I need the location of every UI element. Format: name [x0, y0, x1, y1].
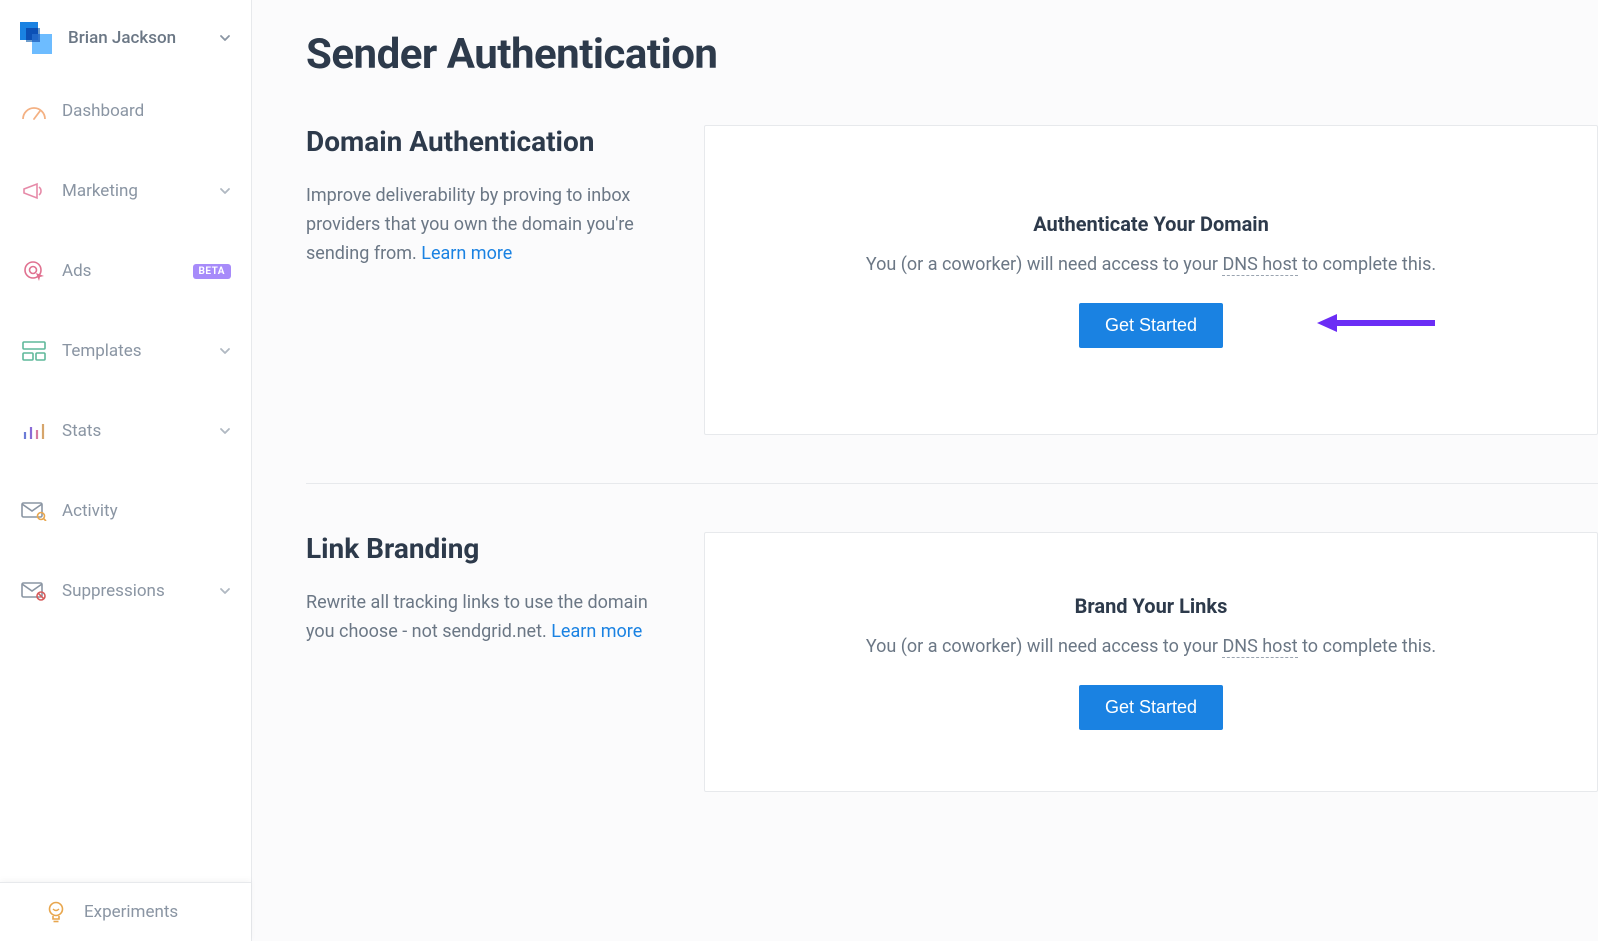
section-divider — [306, 483, 1598, 484]
gauge-icon — [20, 100, 48, 122]
sidebar-item-templates[interactable]: Templates — [0, 326, 251, 376]
get-started-button[interactable]: Get Started — [1079, 685, 1223, 730]
chevron-down-icon — [219, 345, 231, 357]
chevron-down-icon — [219, 185, 231, 197]
sidebar: Brian Jackson Dashboard Marketing — [0, 0, 252, 941]
page-title: Sender Authentication — [306, 30, 1598, 79]
sidebar-item-suppressions[interactable]: Suppressions — [0, 566, 251, 616]
section-heading: Link Branding — [306, 532, 676, 565]
dns-host-tooltip[interactable]: DNS host — [1222, 254, 1297, 276]
learn-more-link[interactable]: Learn more — [421, 243, 512, 264]
stats-icon — [20, 420, 48, 442]
section-domain-authentication: Domain Authentication Improve deliverabi… — [306, 125, 1598, 435]
sidebar-item-dashboard[interactable]: Dashboard — [0, 86, 251, 136]
nav-label: Ads — [62, 261, 187, 281]
envelope-block-icon — [20, 580, 48, 602]
card-brand-links: Brand Your Links You (or a coworker) wil… — [704, 532, 1598, 792]
account-name: Brian Jackson — [68, 28, 219, 48]
nav-label: Marketing — [62, 181, 219, 201]
nav-list: Dashboard Marketing Ads BETA — [0, 76, 251, 616]
chevron-down-icon — [219, 585, 231, 597]
card-description: You (or a coworker) will need access to … — [866, 254, 1436, 275]
envelope-search-icon — [20, 500, 48, 522]
sidebar-item-activity[interactable]: Activity — [0, 486, 251, 536]
experiments-label: Experiments — [84, 902, 178, 922]
sidebar-item-stats[interactable]: Stats — [0, 406, 251, 456]
nav-label: Activity — [62, 501, 231, 521]
main-content: Sender Authentication Domain Authenticat… — [252, 0, 1598, 941]
nav-label: Suppressions — [62, 581, 219, 601]
card-title: Brand Your Links — [1075, 594, 1228, 618]
card-authenticate-domain: Authenticate Your Domain You (or a cowor… — [704, 125, 1598, 435]
dns-host-tooltip[interactable]: DNS host — [1222, 636, 1297, 658]
get-started-button[interactable]: Get Started — [1079, 303, 1223, 348]
section-link-branding: Link Branding Rewrite all tracking links… — [306, 532, 1598, 792]
cursor-icon — [20, 260, 48, 282]
learn-more-link[interactable]: Learn more — [551, 621, 642, 642]
arrow-annotation-icon — [1317, 312, 1437, 334]
section-description: Rewrite all tracking links to use the do… — [306, 589, 676, 647]
nav-label: Stats — [62, 421, 219, 441]
chevron-down-icon — [219, 32, 231, 44]
nav-label: Dashboard — [62, 101, 231, 121]
beta-badge: BETA — [193, 264, 232, 279]
card-description: You (or a coworker) will need access to … — [866, 636, 1436, 657]
section-heading: Domain Authentication — [306, 125, 676, 158]
sidebar-scroll: Brian Jackson Dashboard Marketing — [0, 0, 251, 941]
sidebar-item-marketing[interactable]: Marketing — [0, 166, 251, 216]
card-title: Authenticate Your Domain — [1033, 212, 1269, 236]
nav-label: Templates — [62, 341, 219, 361]
account-logo-icon — [20, 22, 52, 54]
section-left: Link Branding Rewrite all tracking links… — [306, 532, 676, 647]
layout-icon — [20, 340, 48, 362]
section-left: Domain Authentication Improve deliverabi… — [306, 125, 676, 268]
bulb-icon — [42, 901, 70, 923]
chevron-down-icon — [219, 425, 231, 437]
sidebar-item-ads[interactable]: Ads BETA — [0, 246, 251, 296]
megaphone-icon — [20, 180, 48, 202]
section-description: Improve deliverability by proving to inb… — [306, 182, 676, 268]
sidebar-item-experiments[interactable]: Experiments — [0, 882, 251, 941]
account-switcher[interactable]: Brian Jackson — [0, 0, 251, 76]
